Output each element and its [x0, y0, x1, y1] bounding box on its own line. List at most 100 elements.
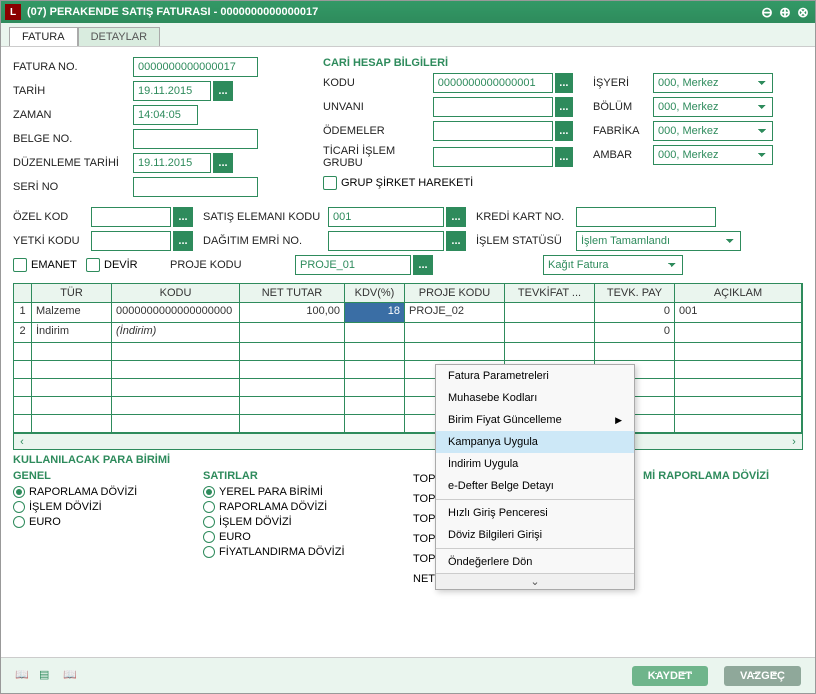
table-row[interactable]: [14, 415, 802, 433]
belge-no-label: BELGE NO.: [13, 133, 133, 145]
grid-scrollbar[interactable]: ‹ ›: [13, 434, 803, 450]
devir-label: DEVİR: [104, 259, 164, 271]
ticari-islem-input[interactable]: [433, 147, 553, 167]
satir-radio-yerel[interactable]: YEREL PARA BİRİMİ: [203, 486, 393, 498]
vazgec-button[interactable]: VAZGEÇ: [724, 666, 801, 686]
satis-elemani-input[interactable]: [328, 207, 444, 227]
cari-kodu-lookup-icon[interactable]: ...: [555, 73, 573, 93]
genel-radio-raporlama[interactable]: RAPORLAMA DÖVİZİ: [13, 486, 183, 498]
tab-detaylar[interactable]: DETAYLAR: [78, 27, 160, 46]
belge-no-input[interactable]: [133, 129, 258, 149]
satis-elemani-lookup-icon[interactable]: ...: [446, 207, 466, 227]
ambar-select[interactable]: 000, Merkez: [653, 145, 773, 165]
isyeri-label: İŞYERİ: [593, 77, 653, 89]
isyeri-select[interactable]: 000, Merkez: [653, 73, 773, 93]
kredi-kart-label: KREDİ KART NO.: [476, 211, 576, 223]
cari-kodu-input[interactable]: [433, 73, 553, 93]
menu-edefter-belge[interactable]: e-Defter Belge Detayı: [436, 475, 634, 497]
zaman-input[interactable]: [133, 105, 198, 125]
scroll-right-icon[interactable]: ›: [786, 435, 802, 449]
ozel-kod-lookup-icon[interactable]: ...: [173, 207, 193, 227]
menu-hizli-giris[interactable]: Hızlı Giriş Penceresi: [436, 502, 634, 524]
cari-hesap-title: CARİ HESAP BİLGİLERİ: [323, 57, 573, 69]
satis-elemani-label: SATIŞ ELEMANI KODU: [203, 211, 328, 223]
table-row[interactable]: [14, 361, 802, 379]
odemeler-input[interactable]: [433, 121, 553, 141]
emanet-checkbox[interactable]: [13, 258, 27, 272]
scroll-left-icon[interactable]: ‹: [14, 435, 30, 449]
odemeler-lookup-icon[interactable]: ...: [555, 121, 573, 141]
col-aciklama: AÇIKLAM: [675, 284, 802, 303]
tarih-picker-icon[interactable]: ...: [213, 81, 233, 101]
kredi-kart-input[interactable]: [576, 207, 716, 227]
duzenleme-tarih-picker-icon[interactable]: ...: [213, 153, 233, 173]
submenu-arrow-icon: ▶: [615, 415, 622, 426]
yetki-kodu-input[interactable]: [91, 231, 171, 251]
ticari-islem-label: TİCARİ İŞLEM GRUBU: [323, 145, 433, 169]
fatura-no-label: FATURA NO.: [13, 61, 133, 73]
tarih-label: TARİH: [13, 85, 133, 97]
menu-ondegerlere-don[interactable]: Öndeğerlere Dön: [436, 551, 634, 573]
app-logo: L: [5, 4, 21, 20]
table-row[interactable]: 2 İndirim (İndirim) 0: [14, 323, 802, 343]
ticari-islem-lookup-icon[interactable]: ...: [555, 147, 573, 167]
col-kodu: KODU: [112, 284, 240, 303]
table-row[interactable]: [14, 397, 802, 415]
menu-doviz-bilgileri[interactable]: Döviz Bilgileri Girişi: [436, 524, 634, 546]
tab-fatura[interactable]: FATURA: [9, 27, 78, 46]
satir-radio-euro[interactable]: EURO: [203, 531, 393, 543]
seri-no-input[interactable]: [133, 177, 258, 197]
fabrika-select[interactable]: 000, Merkez: [653, 121, 773, 141]
minimize-icon[interactable]: ⊖: [759, 4, 775, 20]
table-row[interactable]: 1 Malzeme 0000000000000000000 100,00 18 …: [14, 303, 802, 323]
yetki-kodu-lookup-icon[interactable]: ...: [173, 231, 193, 251]
book2-icon[interactable]: 📖: [63, 668, 79, 684]
grup-sirket-checkbox[interactable]: [323, 176, 337, 190]
emanet-label: EMANET: [31, 259, 86, 271]
satir-radio-raporlama[interactable]: RAPORLAMA DÖVİZİ: [203, 501, 393, 513]
bolum-select[interactable]: 000, Merkez: [653, 97, 773, 117]
book-icon[interactable]: 📖: [15, 668, 31, 684]
satirlar-title: SATIRLAR: [203, 470, 393, 482]
satir-radio-islem[interactable]: İŞLEM DÖVİZİ: [203, 516, 393, 528]
para-birimi-title: KULLANILACAK PARA BİRİMİ: [13, 454, 803, 466]
ozel-kod-input[interactable]: [91, 207, 171, 227]
menu-kampanya-uygula[interactable]: Kampanya Uygula: [436, 431, 634, 453]
menu-expand-icon[interactable]: ⌄: [436, 573, 634, 589]
fatura-no-input[interactable]: [133, 57, 258, 77]
tarih-input[interactable]: [133, 81, 211, 101]
window-title: (07) PERAKENDE SATIŞ FATURASI - 00000000…: [27, 6, 318, 18]
menu-fatura-parametreleri[interactable]: Fatura Parametreleri: [436, 365, 634, 387]
kaydet-button[interactable]: KAYDET: [632, 666, 708, 686]
unvani-lookup-icon[interactable]: ...: [555, 97, 573, 117]
devir-checkbox[interactable]: [86, 258, 100, 272]
menu-birim-fiyat-guncelleme[interactable]: Birim Fiyat Güncelleme▶: [436, 409, 634, 431]
dagitim-emri-input[interactable]: [328, 231, 444, 251]
genel-radio-islem[interactable]: İŞLEM DÖVİZİ: [13, 501, 183, 513]
context-menu[interactable]: Fatura Parametreleri Muhasebe Kodları Bi…: [435, 364, 635, 590]
footer-bar: 📖 ▤ 📖 KAYDET VAZGEÇ: [1, 657, 815, 693]
ambar-label: AMBAR: [593, 149, 653, 161]
col-net: NET TUTAR: [240, 284, 345, 303]
col-tevk-pay: TEVK. PAY: [595, 284, 675, 303]
islem-statusu-select[interactable]: İşlem Tamamlandı: [576, 231, 741, 251]
grup-sirket-label: GRUP ŞİRKET HAREKETİ: [341, 177, 473, 189]
table-row[interactable]: [14, 379, 802, 397]
unvani-label: UNVANI: [323, 101, 433, 113]
proje-kodu-lookup-icon[interactable]: ...: [413, 255, 433, 275]
line-items-grid[interactable]: TÜR KODU NET TUTAR KDV(%) PROJE KODU TEV…: [13, 283, 803, 434]
fatura-tipi-select[interactable]: Kağıt Fatura: [543, 255, 683, 275]
table-row[interactable]: [14, 343, 802, 361]
duzenleme-tarih-input[interactable]: [133, 153, 211, 173]
document-icon[interactable]: ▤: [39, 668, 55, 684]
dagitim-emri-lookup-icon[interactable]: ...: [446, 231, 466, 251]
menu-indirim-uygula[interactable]: İndirim Uygula: [436, 453, 634, 475]
unvani-input[interactable]: [433, 97, 553, 117]
close-icon[interactable]: ⊗: [795, 4, 811, 20]
genel-radio-euro[interactable]: EURO: [13, 516, 183, 528]
satir-radio-fiyatlandirma[interactable]: FİYATLANDIRMA DÖVİZİ: [203, 546, 393, 558]
menu-muhasebe-kodlari[interactable]: Muhasebe Kodları: [436, 387, 634, 409]
proje-kodu-input[interactable]: [295, 255, 411, 275]
col-proje: PROJE KODU: [405, 284, 505, 303]
maximize-icon[interactable]: ⊕: [777, 4, 793, 20]
